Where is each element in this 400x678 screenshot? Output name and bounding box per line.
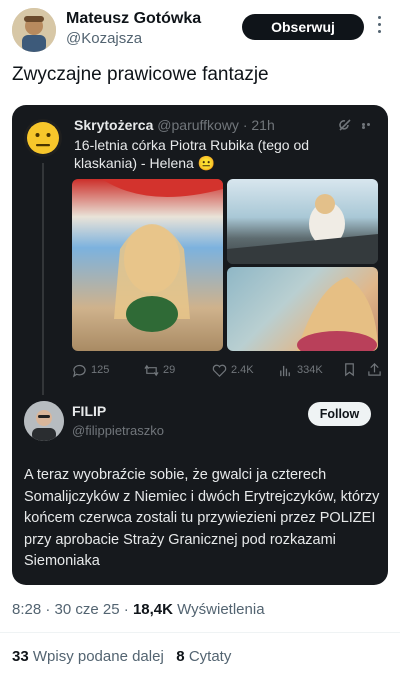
reply-author-avatar-image xyxy=(24,401,64,441)
views-label: Wyświetlenia xyxy=(177,601,265,618)
views-count: 334K xyxy=(297,364,323,376)
quotes-total: 8 xyxy=(176,648,185,665)
quoted-time: 21h xyxy=(251,117,275,133)
retweets-link[interactable]: 33 Wpisy podane dalej xyxy=(12,648,164,665)
more-options-icon[interactable] xyxy=(374,12,384,42)
reply-text: A teraz wyobraźcie sobie, że gwalci ja c… xyxy=(24,467,380,569)
author-avatar[interactable] xyxy=(12,8,56,52)
views-bar-icon xyxy=(280,365,290,376)
tweet-text: Zwyczajne prawicowe fantazje xyxy=(12,64,269,85)
reply-icon xyxy=(72,364,86,378)
bookmark-icon[interactable] xyxy=(342,362,357,377)
quoted-author-name[interactable]: Skrytożerca xyxy=(74,117,153,133)
quoted-author-handle[interactable]: @paruffkowy xyxy=(157,117,239,133)
quotes-label: Cytaty xyxy=(188,648,232,665)
quoted-text: 16-letnia córka Piotra Rubika (tego od k… xyxy=(74,137,310,171)
author-handle[interactable]: @Kozajsza xyxy=(66,30,142,47)
author-avatar-image xyxy=(12,8,56,52)
quotes-link[interactable]: 8 Cytaty xyxy=(176,648,231,665)
neutral-face-emoji-icon xyxy=(27,122,59,154)
quoted-stats-bar: 125 29 2.4K 334K xyxy=(72,361,382,379)
share-icon[interactable] xyxy=(367,362,382,377)
reply-stat[interactable]: 125 xyxy=(72,361,109,379)
tweet-date[interactable]: 30 cze 25 xyxy=(55,601,120,618)
quoted-author-line[interactable]: Skrytożerca @paruffkowy · 21h xyxy=(74,117,275,133)
quoted-author-avatar[interactable] xyxy=(24,119,62,157)
follow-button[interactable]: Obserwuj xyxy=(242,14,364,40)
reply-author-name[interactable]: FILIP xyxy=(72,403,106,419)
thread-connector xyxy=(42,163,44,395)
like-count: 2.4K xyxy=(231,364,254,376)
grok-icon[interactable] xyxy=(337,117,353,133)
retweet-icon xyxy=(144,364,159,376)
media-image-rocks[interactable] xyxy=(227,179,378,264)
heart-icon xyxy=(212,364,227,377)
author-name[interactable]: Mateusz Gotówka xyxy=(66,10,201,28)
engagement-counts: 33 Wpisy podane dalej 8 Cytaty xyxy=(12,648,231,665)
quoted-tweet-card[interactable]: Skrytożerca @paruffkowy · 21h 16-letnia … xyxy=(12,105,388,585)
quoted-more-icon[interactable] xyxy=(362,123,376,129)
tweet-meta: 8:28 · 30 cze 25 · 18,4K Wyświetlenia xyxy=(12,601,265,618)
divider xyxy=(0,632,400,633)
retweet-count: 29 xyxy=(163,364,176,376)
retweets-label: Wpisy podane dalej xyxy=(32,648,164,665)
views-total: 18,4K xyxy=(132,601,173,618)
retweet-stat[interactable]: 29 xyxy=(144,361,175,379)
reply-count: 125 xyxy=(91,364,110,376)
media-image-beach[interactable] xyxy=(72,179,223,351)
reply-author-handle[interactable]: @filippietraszko xyxy=(72,423,164,438)
views-stat[interactable]: 334K xyxy=(278,361,323,379)
reply-follow-button[interactable]: Follow xyxy=(308,402,371,426)
like-stat[interactable]: 2.4K xyxy=(212,361,254,379)
media-image-sea[interactable] xyxy=(227,267,378,351)
retweets-total: 33 xyxy=(12,648,29,665)
tweet-time[interactable]: 8:28 xyxy=(12,601,41,618)
reply-author-avatar[interactable] xyxy=(24,401,64,441)
